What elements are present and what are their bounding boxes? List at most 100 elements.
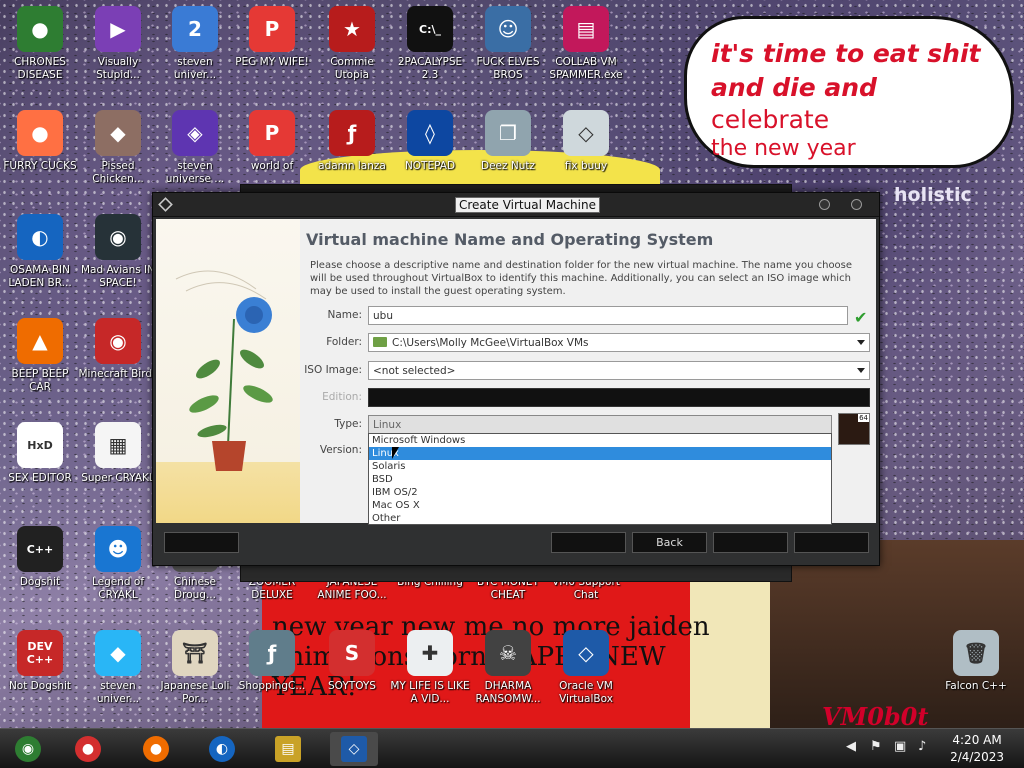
desktop-icon[interactable]: ƒ adamn lanza [312, 110, 392, 173]
chevron-down-icon [857, 368, 865, 373]
taskbar-obama[interactable]: ◐ [198, 732, 246, 766]
desktop-icon[interactable]: ▦ Super CRYAKL [78, 422, 158, 485]
desktop-icon-label: Dogshit [19, 576, 61, 588]
name-field[interactable]: ubu [368, 306, 848, 325]
desktop-icon-label: Oracle VM VirtualBox [559, 680, 613, 705]
page-description: Please choose a descriptive name and des… [310, 260, 853, 297]
desktop-icon[interactable]: ▲ BEEP BEEP CAR [0, 318, 80, 394]
desktop-icon[interactable]: Pworld of [232, 110, 312, 173]
wallpaper-watermark: VM0b0t [822, 702, 929, 731]
taskbar-firefox[interactable]: ● [132, 732, 180, 766]
desktop-icon[interactable]: ◊ NOTEPAD [390, 110, 470, 173]
next-button[interactable] [713, 532, 788, 553]
app-icon: ƒ [249, 630, 295, 676]
version-label: Version: [319, 444, 362, 456]
cancel-button[interactable] [794, 532, 869, 553]
desktop-icon[interactable]: ◆ steven univer... [78, 630, 158, 706]
desktop-icon[interactable]: ◇ Oracle VM VirtualBox [546, 630, 626, 706]
desktop-icon[interactable]: ◇ fix buuy [546, 110, 626, 173]
app-icon: ☠ [485, 630, 531, 676]
desktop-icon[interactable]: DEV C++ Not Dogshit [0, 630, 80, 693]
desktop-icon[interactable]: C++ Dogshit [0, 526, 80, 589]
desktop-icon-label: BEEP BEEP CAR [11, 368, 69, 393]
desktop-icon[interactable]: ▶ Visually Stupid... [78, 6, 158, 82]
desktop-icon[interactable]: ƒ ShoppingC... [232, 630, 312, 693]
wallpaper-side-word: holistic [894, 184, 972, 206]
type-option[interactable]: IBM OS/2 [369, 486, 831, 499]
desktop-icon[interactable]: ● CHRONES DISEASE [0, 6, 80, 82]
desktop-icon-label: Japanese Loli Por... [160, 680, 230, 705]
type-dropdown-list[interactable]: Microsoft Windows Linux Solaris BSD IBM OS/2… [368, 433, 832, 525]
tray-chevron-icon[interactable]: ◀ [846, 739, 856, 754]
clock-time: 4:20 AM [952, 733, 1002, 747]
type-option[interactable]: Other [369, 512, 831, 525]
expert-mode-button[interactable] [551, 532, 626, 553]
desktop-icon[interactable]: 2 steven univer... [155, 6, 235, 82]
desktop-icon[interactable]: ☻ Legend of CRYAKL [78, 526, 158, 602]
help-circle-icon[interactable] [819, 199, 830, 210]
app-icon: ▤ [563, 6, 609, 52]
type-option[interactable]: Linux [369, 447, 831, 460]
start-icon: ◉ [15, 736, 41, 762]
desktop-icon[interactable]: ✚ MY LIFE IS LIKE A VID... [390, 630, 470, 706]
plant-icon [175, 270, 273, 471]
desktop-icon[interactable]: C:\_ 2PACALYPSE 2.3 [390, 6, 470, 82]
app-icon: ◆ [95, 630, 141, 676]
desktop-icon-label: SEX EDITOR [8, 472, 72, 484]
clock-date: 2/4/2023 [950, 750, 1004, 764]
type-option[interactable]: BSD [369, 473, 831, 486]
back-button[interactable]: Back [632, 532, 707, 553]
dialog-titlebar[interactable]: Create Virtual Machine [153, 193, 879, 217]
desktop-icon-label: ShoppingC... [238, 680, 306, 692]
desktop-icon[interactable]: ☠ DHARMA RANSOMW... [468, 630, 548, 706]
desktop-icon[interactable]: ☺ FUCK ELVES BROS [468, 6, 548, 82]
type-option[interactable]: Microsoft Windows [369, 434, 831, 447]
desktop-icon[interactable]: ❐ Deez Nutz [468, 110, 548, 173]
type-value: Linux [373, 419, 402, 431]
app-icon: ◇ [563, 110, 609, 156]
bubble-line-1: it's time to eat shit [711, 39, 981, 68]
desktop-icon[interactable]: HxD SEX EDITOR [0, 422, 80, 485]
desktop-icon[interactable]: P PEG MY WIFE! [232, 6, 312, 69]
desktop-icon[interactable]: S SOYTOYS [312, 630, 392, 693]
app-icon: ◆ [95, 110, 141, 156]
desktop-icon[interactable]: ★ Commie Utopia [312, 6, 392, 82]
app-icon: HxD [17, 422, 63, 468]
desktop-icon[interactable]: ◐ OSAMA BIN LADEN BR... [0, 214, 80, 290]
network-icon[interactable]: ▣ [894, 739, 906, 754]
taskbar-explorer[interactable]: ▤ [264, 732, 312, 766]
taskbar-virtualbox[interactable]: ◇ [330, 732, 378, 766]
flag-icon[interactable]: ⚑ [870, 739, 882, 754]
start-button[interactable]: ◉ [4, 732, 52, 766]
desktop-icon[interactable]: ▤ COLLAB VM SPAMMER.exe [546, 6, 626, 82]
volume-icon[interactable]: ♪ [918, 739, 926, 754]
desktop-icon[interactable]: 🗑 Falcon C++ [936, 630, 1016, 693]
mouse-cursor-icon [392, 447, 399, 459]
help-button[interactable] [164, 532, 239, 553]
desktop-icon-label: Falcon C++ [945, 680, 1007, 692]
desktop-icon-label: Mad Avians IN SPACE! [80, 264, 156, 289]
desktop-icon[interactable]: ◈ steven universe ... [155, 110, 235, 186]
desktop-icon-label: steven univer... [173, 56, 217, 81]
app-icon: ☺ [485, 6, 531, 52]
folder-combo[interactable]: C:\Users\Molly McGee\VirtualBox VMs [368, 333, 870, 352]
desktop-icon[interactable]: ◉ Mad Avians IN SPACE! [78, 214, 158, 290]
app-icon: S [329, 630, 375, 676]
desktop-icon[interactable]: ◆ Pissed Chicken... [78, 110, 158, 186]
taskbar-chrome[interactable]: ● [64, 732, 112, 766]
type-option[interactable]: Mac OS X [369, 499, 831, 512]
clock[interactable]: 4:20 AM 2/4/2023 [950, 732, 1004, 766]
app-icon: ● [17, 6, 63, 52]
iso-combo[interactable]: <not selected> [368, 361, 870, 380]
desktop-icon[interactable]: ● FURRY CUCKS [0, 110, 80, 173]
type-combo[interactable]: Linux [368, 415, 832, 434]
close-icon[interactable] [851, 199, 862, 210]
folder-label: Folder: [326, 336, 362, 348]
desktop-icon[interactable]: ⛩ Japanese Loli Por... [155, 630, 235, 706]
type-option[interactable]: Solaris [369, 460, 831, 473]
folder-icon: ▤ [275, 736, 301, 762]
dialog-title: Create Virtual Machine [455, 197, 600, 213]
desktop-icon-label: Commie Utopia [330, 56, 374, 81]
desktop-icon[interactable]: ◉ Minecraft Birds [78, 318, 158, 381]
desktop-icon-label: OSAMA BIN LADEN BR... [8, 264, 72, 289]
